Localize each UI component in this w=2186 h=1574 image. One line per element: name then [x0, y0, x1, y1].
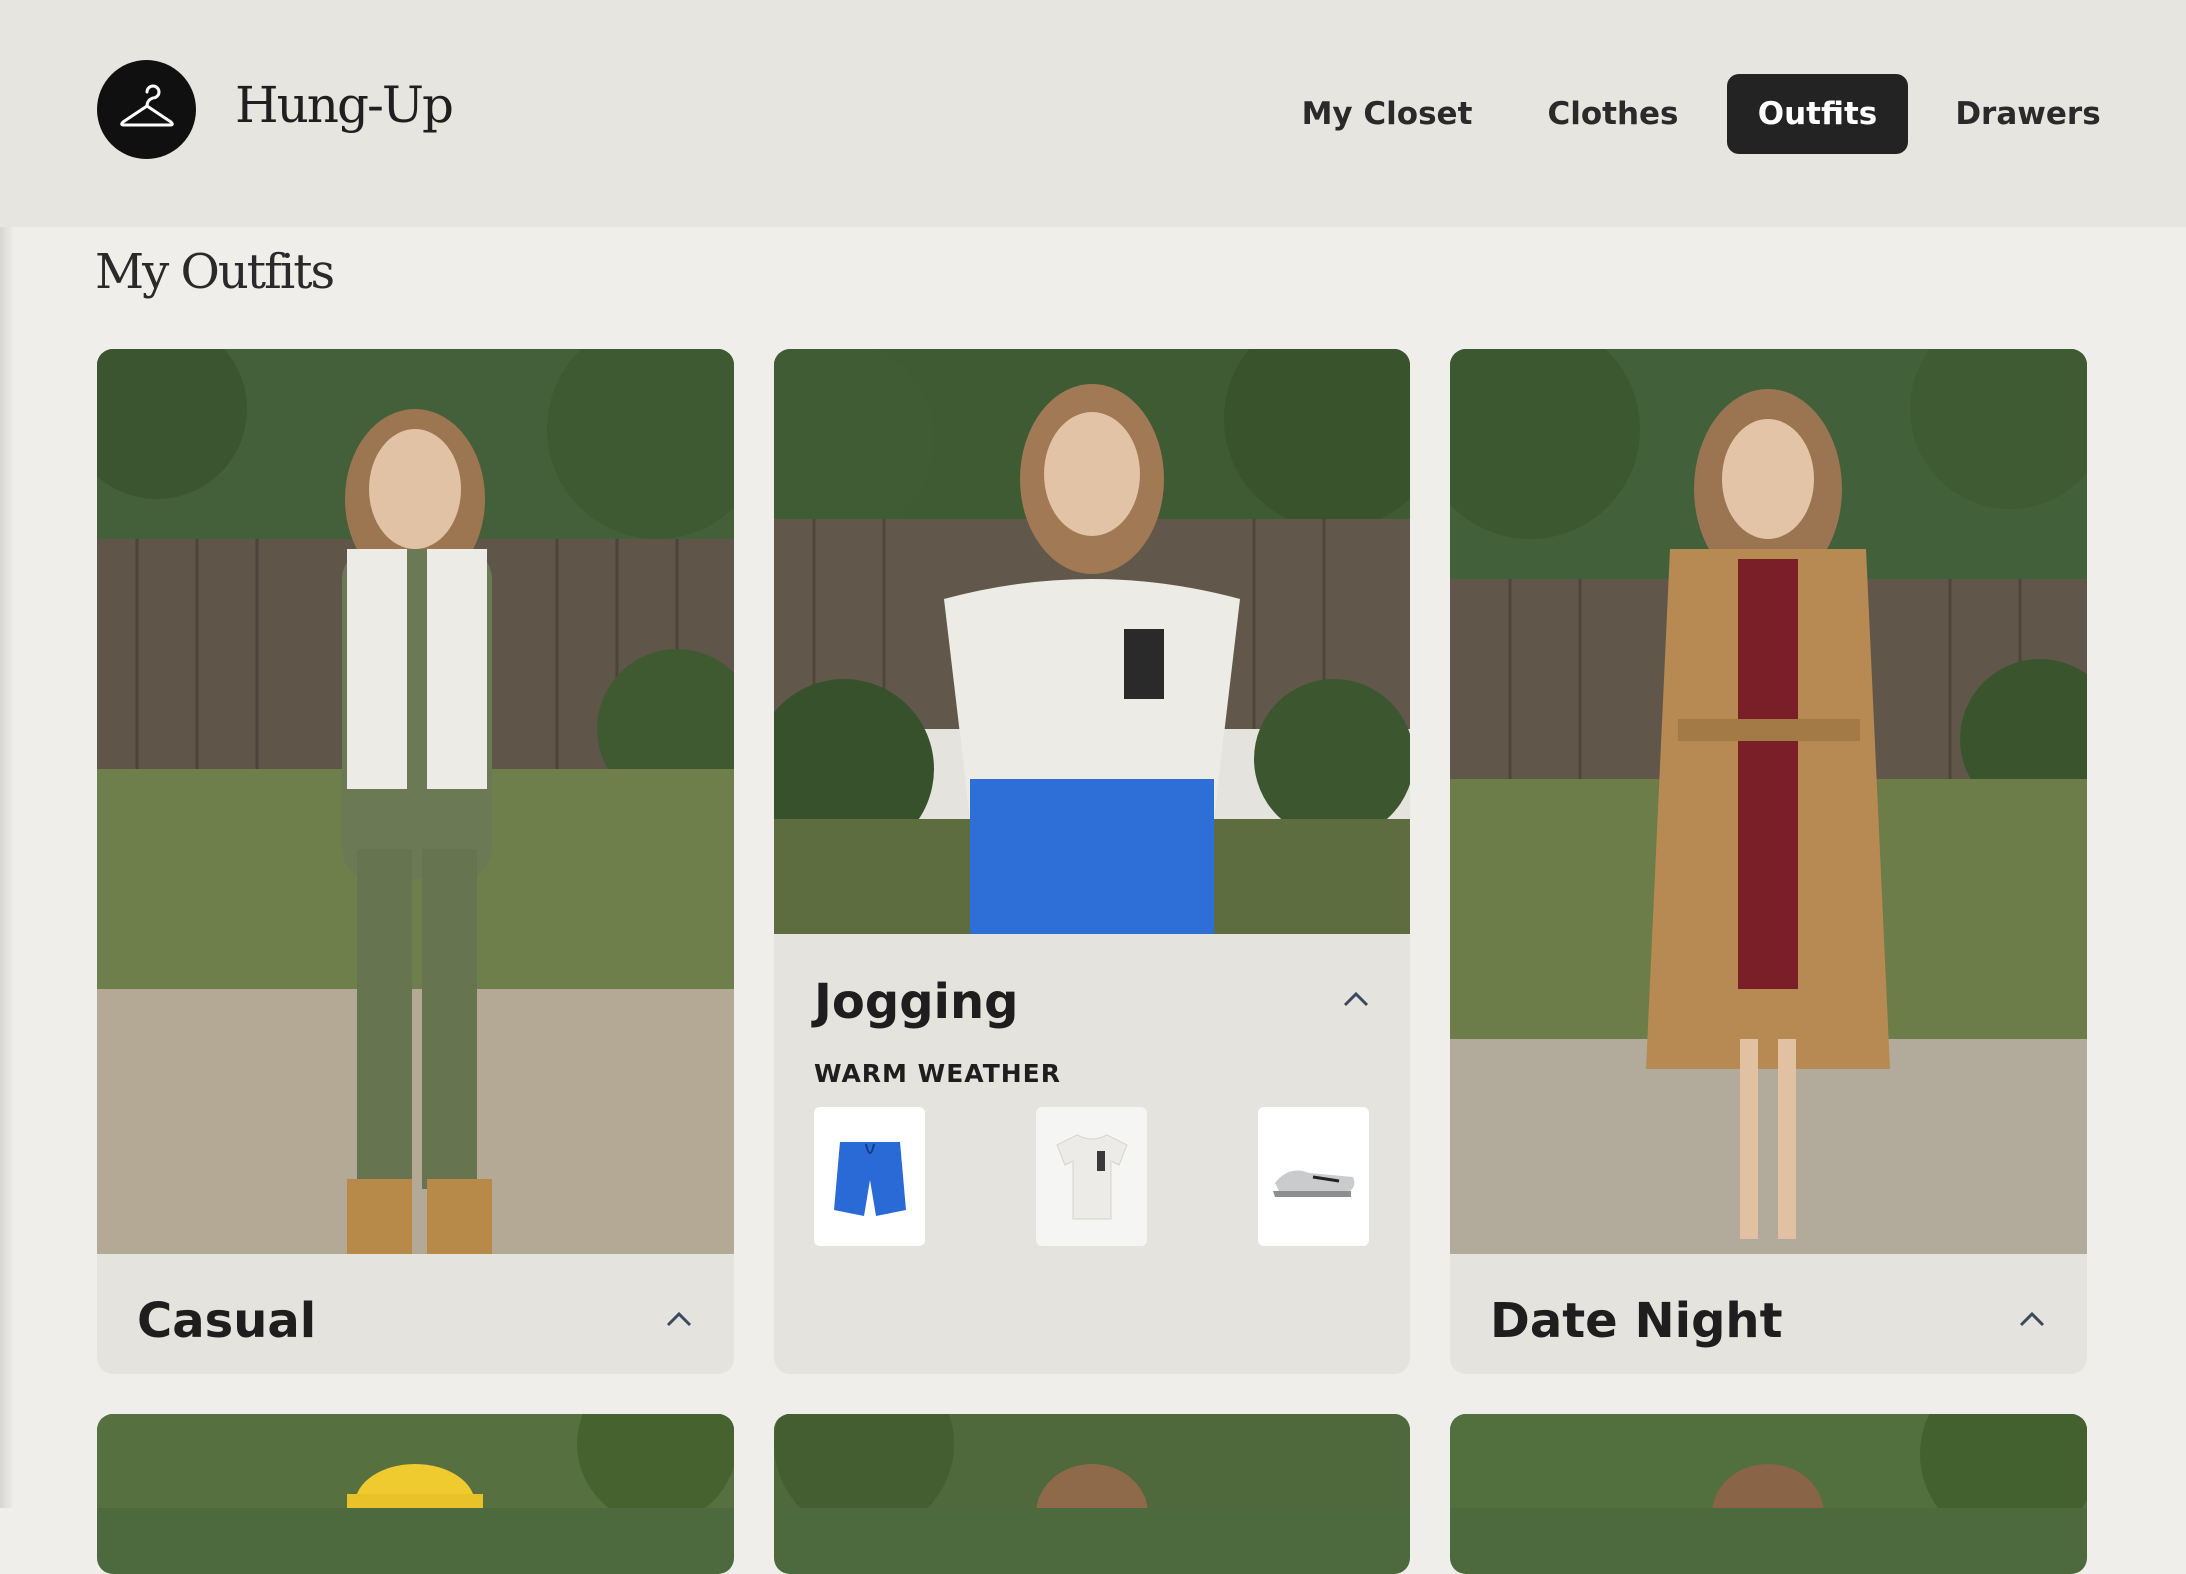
logo[interactable]: [97, 60, 196, 159]
nav-clothes[interactable]: Clothes: [1533, 74, 1693, 154]
white-tshirt-thumbnail[interactable]: [1036, 1107, 1147, 1246]
outfit-card-date-night[interactable]: Date Night: [1450, 349, 2087, 1374]
sneakers-thumbnail[interactable]: [1258, 1107, 1369, 1246]
app-name: Hung-Up: [235, 76, 454, 134]
outfit-image: [1450, 1414, 2087, 1564]
outfit-card-jogging[interactable]: Jogging WARM WEATHER: [774, 349, 1410, 1374]
sidebar-edge: [0, 227, 14, 1508]
outfit-title: Casual: [137, 1293, 317, 1349]
outfit-photo[interactable]: [774, 349, 1410, 934]
outfit-image: [97, 1414, 734, 1544]
page-title: My Outfits: [95, 244, 335, 300]
outfit-image: [774, 1414, 1410, 1564]
outfit-title: Jogging: [814, 974, 1019, 1030]
outfit-image: [774, 349, 1410, 934]
nav-drawers[interactable]: Drawers: [1948, 74, 2108, 154]
outfit-photo[interactable]: [97, 349, 734, 1254]
outfit-weather-tag: WARM WEATHER: [814, 1059, 1061, 1088]
hanger-icon: [119, 84, 174, 126]
nav-outfits[interactable]: Outfits: [1727, 74, 1908, 154]
chevron-up-icon[interactable]: [2012, 1299, 2052, 1339]
app-header: Hung-Up My Closet Clothes Outfits Drawer…: [0, 0, 2186, 227]
chevron-up-icon[interactable]: [1336, 979, 1376, 1019]
outfit-card-row2-3[interactable]: [1450, 1414, 2087, 1574]
outfit-title: Date Night: [1490, 1293, 1783, 1349]
outfit-image: [1450, 349, 2087, 1254]
blue-shorts-thumbnail[interactable]: [814, 1107, 925, 1246]
outfit-card-row2-2[interactable]: [774, 1414, 1410, 1574]
outfit-photo[interactable]: [1450, 349, 2087, 1254]
nav-my-closet[interactable]: My Closet: [1290, 74, 1484, 154]
chevron-up-icon[interactable]: [659, 1299, 699, 1339]
outfit-card-row2-1[interactable]: [97, 1414, 734, 1574]
outfit-image: [97, 349, 734, 1254]
outfit-card-casual[interactable]: Casual: [97, 349, 734, 1374]
